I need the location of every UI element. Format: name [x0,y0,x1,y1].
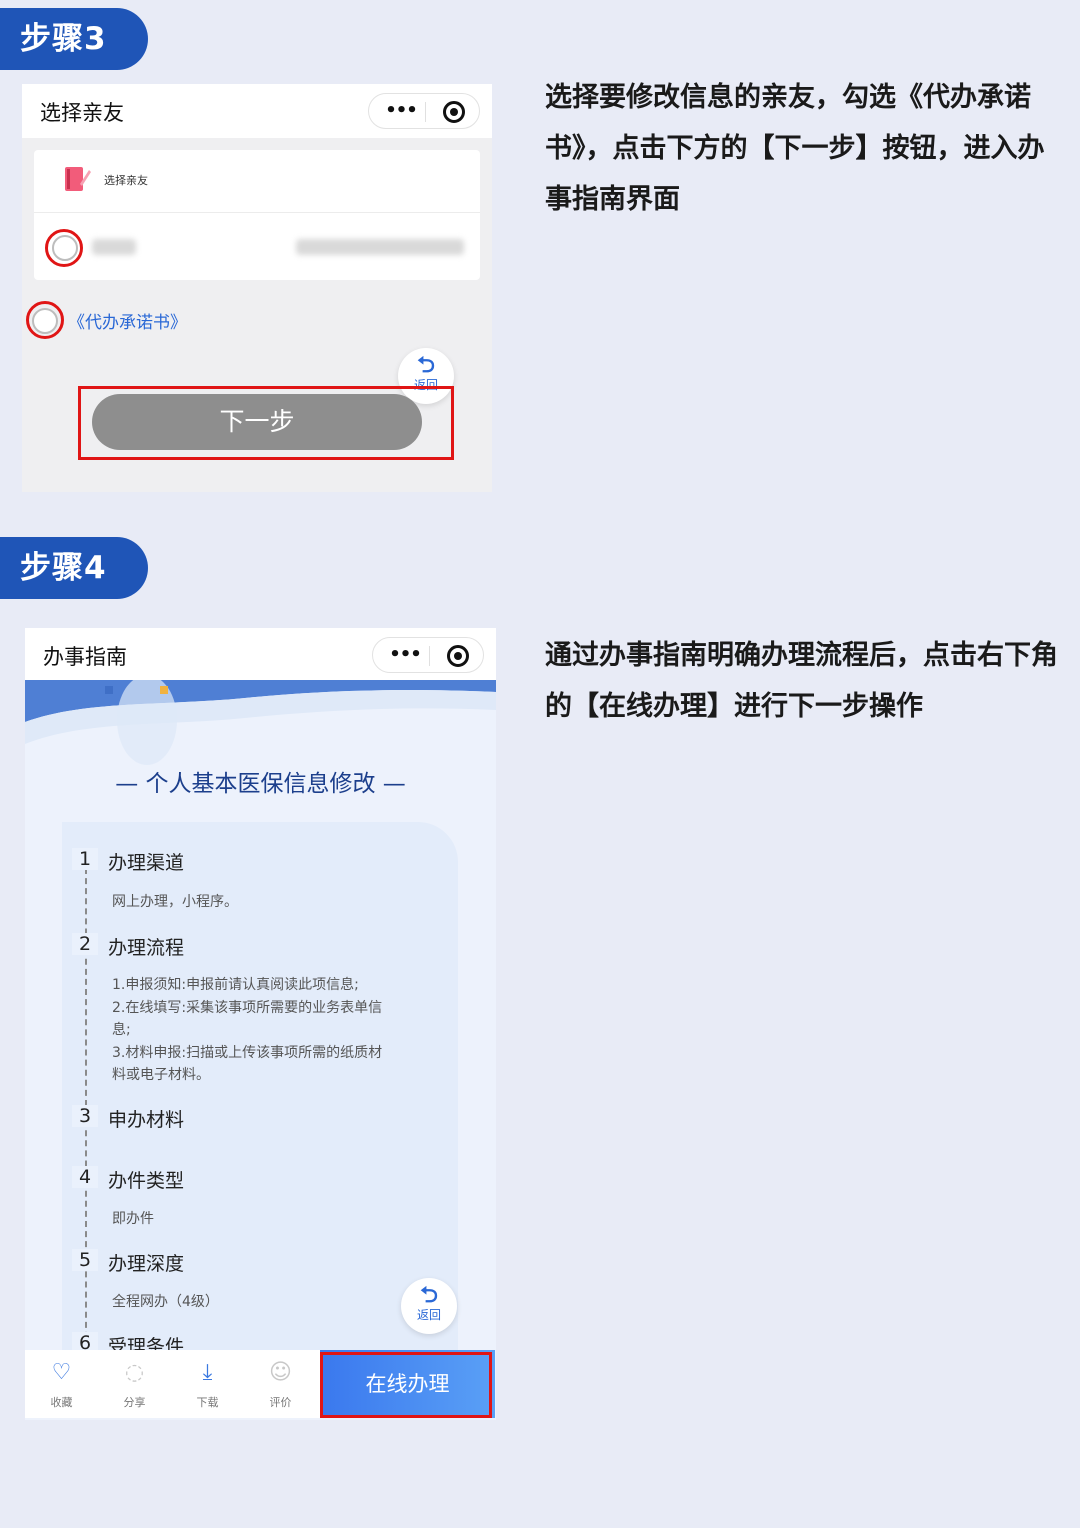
return-arrow-icon: ⮌ [417,353,435,378]
highlight-ring-relative [45,229,83,267]
capsule-divider [425,102,426,122]
capsule-menu[interactable]: ••• [368,93,480,129]
page-title: 办事指南 [43,645,127,669]
highlight-box-online-handle [320,1352,492,1418]
smile-icon: ☺ [269,1360,292,1385]
relative-name-masked [92,239,136,255]
highlight-box-next [78,386,454,460]
tab-rate[interactable]: ☺ 评价 [244,1350,317,1418]
step3-description: 选择要修改信息的亲友，勾选《代办承诺书》，点击下方的【下一步】按钮，进入办事指南… [545,82,1045,215]
step3-topbar: 选择亲友 ••• [22,84,492,138]
page-title: 选择亲友 [40,101,124,125]
tab-download[interactable]: ⤓ 下载 [171,1350,244,1418]
more-dots-icon[interactable]: ••• [385,644,425,665]
step-text-4: 即办件 [112,1211,154,1227]
step-title-1: 办理渠道 [108,852,185,874]
capsule-divider [429,646,430,666]
download-icon: ⤓ [202,1360,213,1385]
share-icon: ◌ [124,1360,145,1385]
agreement-link[interactable]: 《代办承诺书》 [68,308,187,333]
step-number-1: 1 [72,848,98,870]
guide-heading: — 个人基本医保信息修改 — [115,771,406,797]
step-text-2-line: 1.申报须知:申报前请认真阅读此项信息; [112,977,359,993]
step4-badge: 步骤4 [0,537,148,599]
step-text-2-line: 2.在线填写:采集该事项所需要的业务表单信 [112,999,383,1016]
highlight-ring-agreement [26,301,64,339]
tab-label: 评价 [269,1396,292,1409]
step4-phone-screen: 办事指南 ••• — 个人基本医保信息修改 — 1 办理渠道 网上办理，小程序。… [25,628,496,1420]
step-number-5: 5 [72,1249,98,1271]
card-header-label: 选择亲友 [104,174,148,187]
tab-label: 收藏 [50,1396,73,1409]
step-text-2-line: 料或电子材料。 [112,1067,210,1083]
step-title-4: 办件类型 [108,1170,185,1192]
more-dots-icon[interactable]: ••• [381,100,421,121]
return-arrow-icon: ⮌ [420,1283,438,1308]
notebook-icon [62,164,92,194]
step-text-2-line: 息; [112,1022,131,1038]
relative-card: 选择亲友 [34,150,480,280]
tab-label: 下载 [196,1396,219,1409]
tab-share[interactable]: ◌ 分享 [98,1350,171,1418]
divider [34,212,480,213]
step-number-3: 3 [72,1105,98,1127]
capsule-menu[interactable]: ••• [372,637,484,673]
step-text-2: 1.申报须知:申报前请认真阅读此项信息; 2.在线填写:采集该事项所需要的业务表… [112,974,417,1087]
step-title-5: 办理深度 [108,1253,185,1275]
relative-id-masked [296,239,464,255]
target-icon[interactable] [447,645,469,667]
tab-favorite[interactable]: ♡ 收藏 [25,1350,98,1418]
heart-icon: ♡ [51,1360,72,1385]
step-title-3: 申办材料 [108,1109,185,1131]
step3-badge: 步骤3 [0,8,148,70]
back-button[interactable]: ⮌ 返回 [401,1278,457,1334]
step4-description: 通过办事指南明确办理流程后，点击右下角的【在线办理】进行下一步操作 [545,640,1058,722]
back-label: 返回 [416,1308,441,1322]
tab-label: 分享 [123,1396,146,1409]
step-number-4: 4 [72,1166,98,1188]
step-text-2-line: 3.材料申报:扫描或上传该事项所需的纸质材 [112,1044,383,1061]
step4-topbar: 办事指南 ••• [25,628,496,682]
target-icon[interactable] [443,101,465,123]
step3-phone-screen: 选择亲友 ••• 选择亲友 《代办承诺书》 ⮌ 返回 下一步 [22,84,492,492]
step-number-2: 2 [72,933,98,955]
step-title-2: 办理流程 [108,937,185,959]
step-text-5: 全程网办（4级） [112,1294,219,1310]
step-text-1: 网上办理，小程序。 [112,894,238,910]
